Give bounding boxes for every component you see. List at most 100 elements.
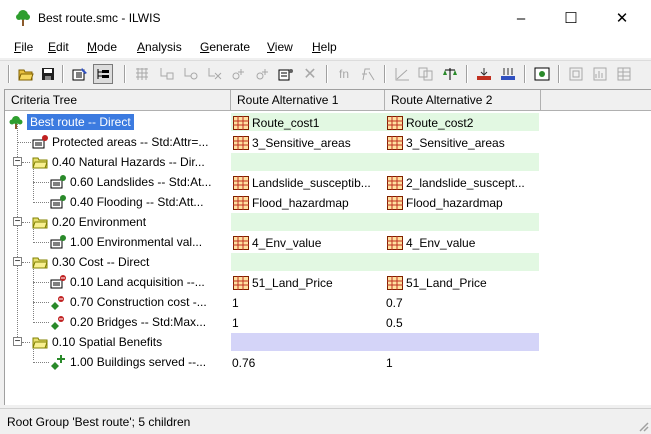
factor-icon [50, 175, 66, 189]
cell-route-alternative-2[interactable] [385, 213, 539, 231]
cell-route-alternative-1[interactable]: Route_cost1 [231, 113, 385, 131]
cell-route-alternative-2[interactable]: 2_landslide_suscept... [385, 173, 539, 191]
menu-mode[interactable]: Mode [87, 40, 117, 54]
tool-add-benefit-button[interactable] [252, 64, 272, 84]
cell-route-alternative-2[interactable]: 3_Sensitive_areas [385, 133, 539, 151]
cell-route-alternative-1[interactable]: 1 [231, 313, 385, 331]
tree-node-label[interactable]: 1.00 Buildings served --... [70, 355, 206, 369]
function-button[interactable]: fn [334, 64, 354, 84]
cell-route-alternative-2[interactable]: 1 [385, 353, 539, 371]
cell-route-alternative-2[interactable] [385, 153, 539, 171]
tool-grid-button[interactable] [132, 64, 152, 84]
tree-node-label[interactable]: 0.60 Landslides -- Std:At... [70, 175, 211, 189]
maximize-button[interactable]: ☐ [549, 6, 593, 30]
menu-view[interactable]: View [267, 40, 293, 54]
tree-node-label[interactable]: 0.30 Cost -- Direct [52, 255, 149, 269]
tree-row[interactable]: 0.10 Land acquisition --... 51_Land_Pric… [5, 272, 651, 292]
tree-view-button[interactable] [93, 64, 113, 84]
minimize-button[interactable]: – [499, 6, 543, 30]
tree-node-label[interactable]: Best route -- Direct [27, 114, 134, 130]
tool-add-factor-button[interactable] [180, 64, 200, 84]
menu-help[interactable]: Help [312, 40, 337, 54]
save-button[interactable] [38, 64, 58, 84]
tree-row[interactable]: 0.60 Landslides -- Std:At... Landslide_s… [5, 172, 651, 192]
cell-route-alternative-1[interactable]: 4_Env_value [231, 233, 385, 251]
cell-route-alternative-1[interactable]: Landslide_susceptib... [231, 173, 385, 191]
delete-button[interactable]: ✕ [300, 64, 320, 84]
standardize-button[interactable] [392, 64, 412, 84]
cell-route-alternative-2[interactable]: 0.7 [385, 293, 539, 311]
tree-node-label[interactable]: 0.40 Natural Hazards -- Dir... [52, 155, 205, 169]
open-map-button[interactable] [566, 64, 586, 84]
cell-route-alternative-1[interactable]: 51_Land_Price [231, 273, 385, 291]
menu-generate[interactable]: Generate [200, 40, 250, 54]
column-header-route-alternative-1[interactable]: Route Alternative 1 [231, 90, 385, 110]
tree-node-label[interactable]: 0.10 Land acquisition --... [70, 275, 205, 289]
tool-add-group-button[interactable] [156, 64, 176, 84]
tree-row[interactable]: Best route -- Direct Route_cost1 Route_c… [5, 112, 651, 132]
tree-row[interactable]: 0.40 Flooding -- Std:Att... Flood_hazard… [5, 192, 651, 212]
tree-row[interactable]: − 0.40 Natural Hazards -- Dir... [5, 152, 651, 172]
folder-open-icon [32, 257, 48, 269]
generate-button[interactable] [474, 64, 494, 84]
generate-all-button[interactable] [498, 64, 518, 84]
cell-route-alternative-1[interactable] [231, 213, 385, 231]
cell-route-alternative-1[interactable] [231, 333, 385, 351]
tree-row[interactable]: − 0.10 Spatial Benefits [5, 332, 651, 352]
cell-route-alternative-1[interactable]: 0.76 [231, 353, 385, 371]
menu-edit[interactable]: Edit [48, 40, 69, 54]
tree-row[interactable]: − 0.20 Environment [5, 212, 651, 232]
tree-node-label[interactable]: 0.40 Flooding -- Std:Att... [70, 195, 203, 209]
tree-node-label[interactable]: 0.20 Environment [52, 215, 146, 229]
function-edit-button[interactable] [358, 64, 378, 84]
menu-file[interactable]: File [14, 40, 33, 54]
cell-route-alternative-2[interactable]: Flood_hazardmap [385, 193, 539, 211]
collapse-toggle[interactable]: − [13, 257, 22, 267]
show-button[interactable] [532, 64, 552, 84]
collapse-toggle[interactable]: − [13, 217, 22, 227]
cell-route-alternative-2[interactable]: 4_Env_value [385, 233, 539, 251]
tree-node-label[interactable]: Protected areas -- Std:Attr=... [52, 135, 208, 149]
tree-node-label[interactable]: 0.70 Construction cost -... [70, 295, 207, 309]
tree-row[interactable]: 0.20 Bridges -- Std:Max... 1 0.5 [5, 312, 651, 332]
cell-route-alternative-2[interactable] [385, 333, 539, 351]
cell-route-alternative-1[interactable] [231, 253, 385, 271]
close-button[interactable]: ✕ [600, 6, 644, 30]
table-button[interactable] [614, 64, 634, 84]
cell-route-alternative-2[interactable]: Route_cost2 [385, 113, 539, 131]
tree-node-label[interactable]: 0.20 Bridges -- Std:Max... [70, 315, 206, 329]
tree-row[interactable]: 0.70 Construction cost -... 1 0.7 [5, 292, 651, 312]
tool-add-constraint-button[interactable] [204, 64, 224, 84]
properties-button[interactable] [276, 64, 296, 84]
edit-properties-button[interactable] [70, 64, 90, 84]
cell-route-alternative-1[interactable] [231, 153, 385, 171]
tree-row[interactable]: 1.00 Environmental val... 4_Env_value 4_… [5, 232, 651, 252]
menu-analysis[interactable]: Analysis [137, 40, 182, 54]
criteria-tree-panel[interactable]: Criteria Tree Route Alternative 1 Route … [4, 89, 651, 405]
tree-row[interactable]: Protected areas -- Std:Attr=... 3_Sensit… [5, 132, 651, 152]
open-folder-button[interactable] [16, 64, 36, 84]
cost-score-icon [51, 316, 64, 330]
tree-row[interactable]: − 0.30 Cost -- Direct [5, 252, 651, 272]
open-folder-icon [18, 69, 34, 81]
cell-route-alternative-2[interactable]: 0.5 [385, 313, 539, 331]
cell-route-alternative-1[interactable]: 3_Sensitive_areas [231, 133, 385, 151]
cost-factor-icon [50, 275, 66, 289]
cell-route-alternative-2[interactable] [385, 253, 539, 271]
column-header-route-alternative-2[interactable]: Route Alternative 2 [385, 90, 541, 110]
collapse-toggle[interactable]: − [13, 337, 22, 347]
tree-node-label[interactable]: 1.00 Environmental val... [70, 235, 202, 249]
open-map-icon [569, 67, 583, 81]
histogram-button[interactable] [590, 64, 610, 84]
copy-button[interactable] [416, 64, 436, 84]
column-header-criteria-tree[interactable]: Criteria Tree [5, 90, 231, 110]
tree-node-label[interactable]: 0.10 Spatial Benefits [52, 335, 162, 349]
tree-row[interactable]: 1.00 Buildings served --... 0.76 1 [5, 352, 651, 372]
collapse-toggle[interactable]: − [13, 157, 22, 167]
resize-grip-icon[interactable] [637, 420, 649, 432]
cell-route-alternative-1[interactable]: 1 [231, 293, 385, 311]
tool-add-score-button[interactable] [228, 64, 248, 84]
cell-route-alternative-1[interactable]: Flood_hazardmap [231, 193, 385, 211]
cell-route-alternative-2[interactable]: 51_Land_Price [385, 273, 539, 291]
weights-button[interactable] [440, 64, 460, 84]
